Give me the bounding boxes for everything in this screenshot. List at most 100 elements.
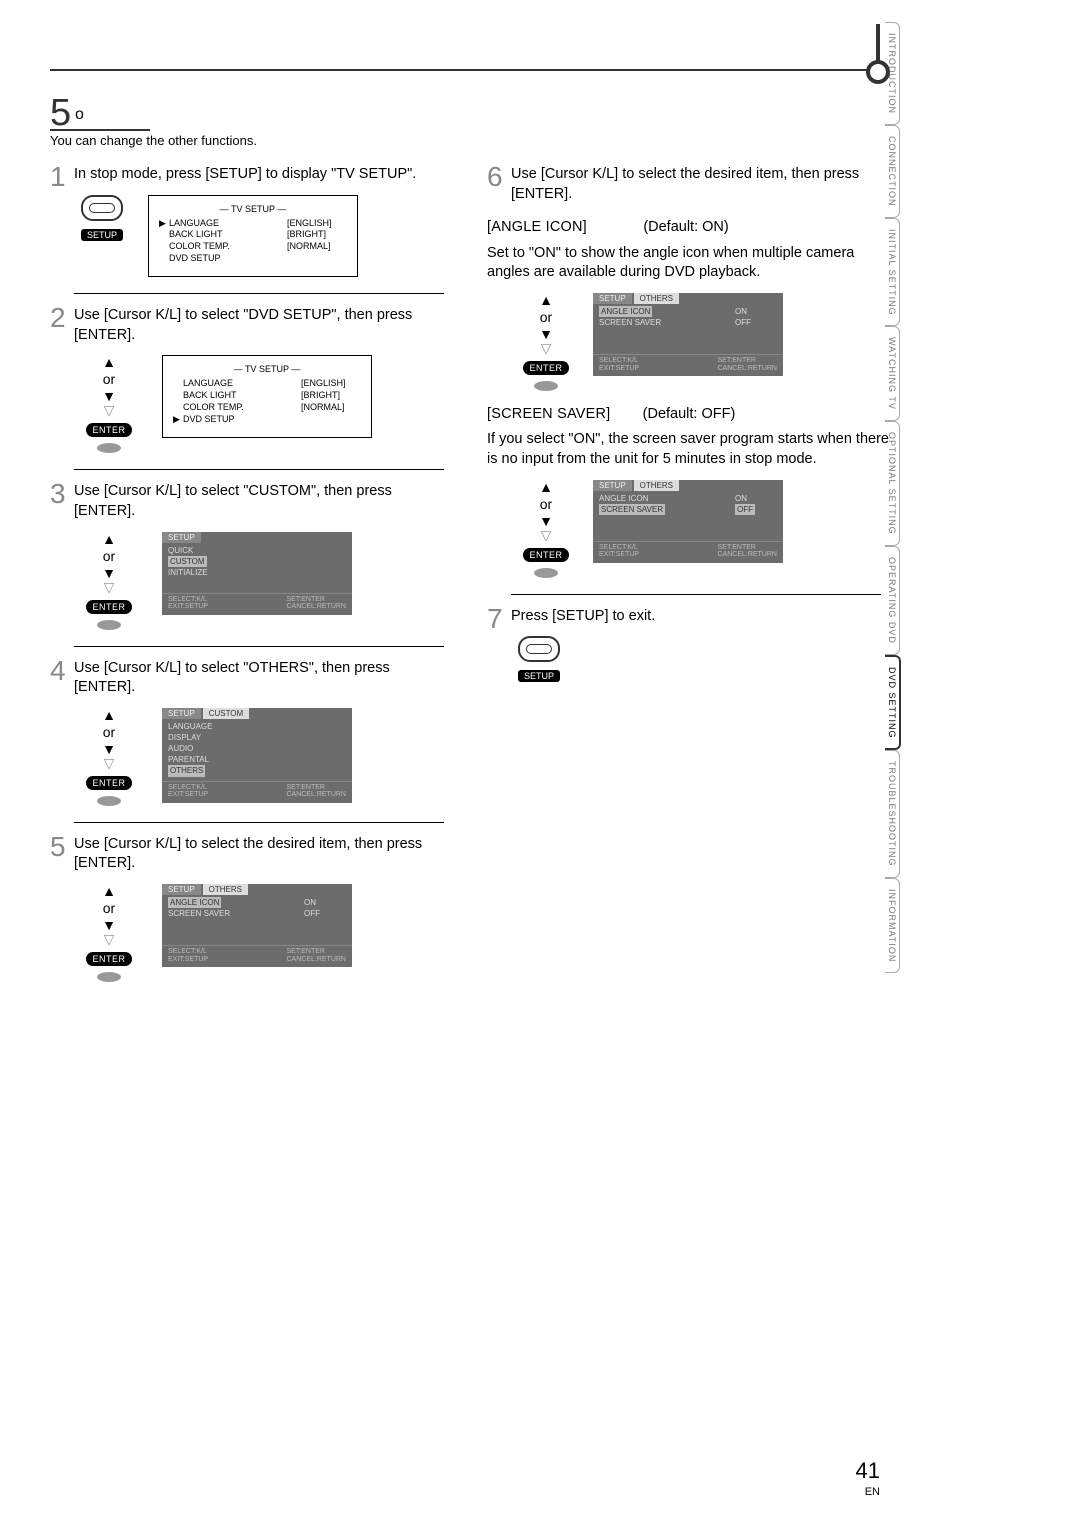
- step-6-ss-screen: SETUP OTHERS ANGLE ICONON SCREEN SAVEROF…: [593, 480, 783, 563]
- step-2-visual: ▲ or ▼ ▽ ENTER — TV SETUP — LANGUAGE[ENG…: [74, 355, 453, 453]
- row-value: [287, 253, 347, 265]
- row-key-highlight: ANGLE ICON: [168, 897, 221, 908]
- cursor-control[interactable]: ▲ or ▼ ▽ ENTER: [74, 884, 144, 982]
- row-label: BACK LIGHT: [169, 229, 287, 241]
- step-4-screen: SETUP CUSTOM LANGUAGE DISPLAY AUDIO PARE…: [162, 708, 352, 803]
- row-label: DVD SETUP: [169, 253, 287, 265]
- hint: CANCEL:RETURN: [717, 365, 777, 372]
- row-key: SCREEN SAVER: [599, 317, 735, 328]
- or-text: or: [511, 496, 581, 512]
- step-2-number: 2: [50, 302, 66, 334]
- row-value: [ENGLISH]: [287, 218, 347, 230]
- hint: EXIT:SETUP: [168, 956, 208, 963]
- cursor-down-icon: ▼: [74, 742, 144, 756]
- enter-button[interactable]: ENTER: [523, 548, 568, 562]
- hint: CANCEL:RETURN: [286, 956, 346, 963]
- menu-item: AUDIO: [168, 743, 346, 754]
- step-1: 1 In stop mode, press [SETUP] to display…: [50, 165, 453, 277]
- step-3-text: Use [Cursor K/L] to select "CUSTOM", the…: [74, 482, 453, 521]
- step-4-text: Use [Cursor K/L] to select "OTHERS", the…: [74, 659, 453, 698]
- screen-tab: SETUP: [593, 480, 632, 491]
- step-2-screen-title: — TV SETUP —: [173, 364, 361, 374]
- hint: CANCEL:RETURN: [286, 791, 346, 798]
- tab-introduction: INTRODUCTION: [885, 22, 900, 125]
- cursor-down-icon-outline: ▽: [511, 528, 581, 542]
- row-key: SCREEN SAVER: [168, 908, 304, 919]
- row-label: COLOR TEMP.: [169, 241, 287, 253]
- row-label: LANGUAGE: [183, 378, 301, 390]
- enter-button[interactable]: ENTER: [86, 776, 131, 790]
- hint: EXIT:SETUP: [599, 551, 639, 558]
- row-arrow: ▶: [173, 414, 183, 426]
- row-value: ON: [304, 897, 346, 908]
- row-value: [301, 414, 361, 426]
- cursor-down-icon-outline: ▽: [511, 341, 581, 355]
- hint: CANCEL:RETURN: [286, 603, 346, 610]
- button-base: [97, 620, 121, 630]
- menu-item: QUICK: [168, 545, 346, 556]
- screen-footer: SELECT:K/LEXIT:SETUP SET:ENTERCANCEL:RET…: [162, 593, 352, 613]
- step-6-angle-visual: ▲ or ▼ ▽ ENTER SETUP OTHERS ANGLE ICONON…: [511, 293, 890, 391]
- cursor-down-icon: ▼: [74, 918, 144, 932]
- step-7: 7 Press [SETUP] to exit. SETUP: [487, 607, 890, 683]
- row-arrow: [173, 378, 183, 390]
- cursor-control[interactable]: ▲ or ▼ ▽ ENTER: [74, 708, 144, 806]
- cursor-control[interactable]: ▲ or ▼ ▽ ENTER: [74, 532, 144, 630]
- cursor-up-icon: ▲: [74, 884, 144, 898]
- cursor-up-icon: ▲: [74, 708, 144, 722]
- row-arrow: [159, 241, 169, 253]
- step-6-number: 6: [487, 161, 503, 193]
- cursor-control[interactable]: ▲ or ▼ ▽ ENTER: [511, 480, 581, 578]
- screen-tab-active: CUSTOM: [203, 708, 250, 719]
- step-1-visual: SETUP — TV SETUP — ▶LANGUAGE[ENGLISH] BA…: [74, 195, 453, 278]
- setup-button-label: SETUP: [518, 670, 560, 682]
- row-value: ON: [735, 306, 777, 317]
- hint: EXIT:SETUP: [168, 791, 208, 798]
- divider: [511, 594, 881, 595]
- cursor-down-icon-outline: ▽: [74, 932, 144, 946]
- angle-icon-default: (Default: ON): [643, 219, 728, 235]
- setup-button-shape: [518, 636, 560, 662]
- row-value: OFF: [304, 908, 346, 919]
- hint: SET:ENTER: [286, 596, 325, 603]
- step-2: 2 Use [Cursor K/L] to select "DVD SETUP"…: [50, 306, 453, 453]
- row-arrow: [159, 253, 169, 265]
- step-6: 6 Use [Cursor K/L] to select the desired…: [487, 165, 890, 578]
- right-column: 6 Use [Cursor K/L] to select the desired…: [487, 165, 890, 998]
- row-value: [NORMAL]: [301, 402, 361, 414]
- enter-button[interactable]: ENTER: [86, 952, 131, 966]
- hint: SELECT:K/L: [168, 596, 207, 603]
- enter-button[interactable]: ENTER: [523, 361, 568, 375]
- menu-item-highlight: OTHERS: [168, 765, 205, 776]
- hint: SELECT:K/L: [599, 544, 638, 551]
- angle-icon-description: Set to "ON" to show the angle icon when …: [487, 244, 890, 283]
- cursor-control[interactable]: ▲ or ▼ ▽ ENTER: [511, 293, 581, 391]
- row-key-highlight: ANGLE ICON: [599, 306, 652, 317]
- cursor-down-icon-outline: ▽: [74, 756, 144, 770]
- page-footer: 41 EN: [856, 1458, 880, 1498]
- hint: SELECT:K/L: [168, 784, 207, 791]
- setup-button[interactable]: SETUP: [511, 636, 567, 682]
- row-arrow: [159, 229, 169, 241]
- hint: SET:ENTER: [286, 948, 325, 955]
- screen-saver-label: [SCREEN SAVER]: [487, 406, 610, 422]
- hint: SELECT:K/L: [168, 948, 207, 955]
- step-5-number: 5: [50, 831, 66, 863]
- hint: EXIT:SETUP: [168, 603, 208, 610]
- enter-button[interactable]: ENTER: [86, 423, 131, 437]
- step-6-ss-visual: ▲ or ▼ ▽ ENTER SETUP OTHERS ANGLE ICONON…: [511, 480, 890, 578]
- step-5-visual: ▲ or ▼ ▽ ENTER SETUP OTHERS ANGLE ICONON…: [74, 884, 453, 982]
- screen-saver-description: If you select "ON", the screen saver pro…: [487, 430, 890, 469]
- screen-footer: SELECT:K/LEXIT:SETUP SET:ENTERCANCEL:RET…: [162, 945, 352, 965]
- row-arrow: [173, 390, 183, 402]
- divider: [74, 822, 444, 823]
- divider: [74, 469, 444, 470]
- cursor-control[interactable]: ▲ or ▼ ▽ ENTER: [74, 355, 144, 453]
- screen-tab-active: OTHERS: [203, 884, 248, 895]
- step-7-text: Press [SETUP] to exit.: [511, 607, 890, 627]
- row-key-highlight: SCREEN SAVER: [599, 504, 665, 515]
- setup-button[interactable]: SETUP: [74, 195, 130, 241]
- enter-button[interactable]: ENTER: [86, 600, 131, 614]
- menu-item: PARENTAL: [168, 754, 346, 765]
- or-text: or: [74, 724, 144, 740]
